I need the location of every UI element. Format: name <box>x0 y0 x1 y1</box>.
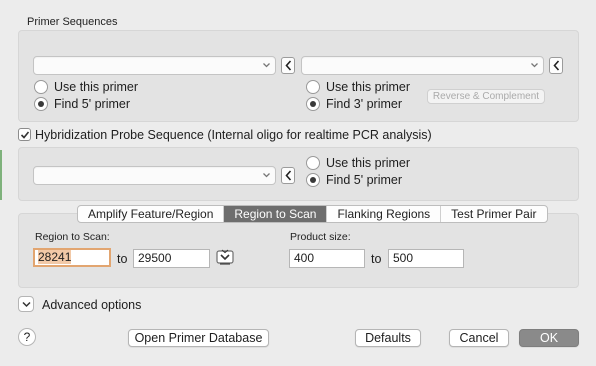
product-to-label: to <box>371 252 382 266</box>
tab-region-to-scan[interactable]: Region to Scan <box>224 206 328 222</box>
advanced-options-toggle[interactable] <box>18 296 34 312</box>
tab-amplify-feature-region[interactable]: Amplify Feature/Region <box>78 206 225 222</box>
product-min-field[interactable]: 400 <box>289 249 365 268</box>
radio-button <box>306 156 320 170</box>
region-end-field[interactable]: 29500 <box>133 249 210 268</box>
forward-primer-back-button[interactable] <box>281 57 295 74</box>
radio-button <box>34 97 48 111</box>
product-size-label: Product size: <box>290 231 351 243</box>
defaults-button[interactable]: Defaults <box>355 329 421 347</box>
radio-button <box>306 173 320 187</box>
radio-label: Use this primer <box>326 156 411 170</box>
reverse-find-primer-radio[interactable]: Find 3' primer <box>306 97 402 111</box>
primer-sequences-title: Primer Sequences <box>27 16 118 28</box>
advanced-options-label: Advanced options <box>42 298 142 312</box>
radio-label: Find 3' primer <box>326 97 403 111</box>
region-start-field[interactable]: 28241 <box>33 248 111 267</box>
chevron-down-icon <box>22 301 31 308</box>
chevron-left-icon <box>285 170 292 181</box>
chevron-down-icon <box>263 63 270 68</box>
radio-button <box>306 80 320 94</box>
radio-button <box>34 80 48 94</box>
forward-primer-combo[interactable] <box>33 56 276 75</box>
chevron-left-icon <box>285 60 292 71</box>
probe-checkbox[interactable] <box>18 128 31 141</box>
radio-button <box>306 97 320 111</box>
range-selector-icon <box>216 249 234 265</box>
open-primer-database-button[interactable]: Open Primer Database <box>128 329 269 347</box>
reverse-primer-combo[interactable] <box>301 56 544 75</box>
probe-back-button[interactable] <box>281 167 295 184</box>
probe-combo[interactable] <box>33 166 276 185</box>
radio-label: Find 5' primer <box>326 173 403 187</box>
select-range-button[interactable] <box>216 249 234 266</box>
probe-checkbox-label: Hybridization Probe Sequence (Internal o… <box>35 128 432 142</box>
tab-test-primer-pair[interactable]: Test Primer Pair <box>441 206 546 222</box>
product-max-field[interactable]: 500 <box>388 249 464 268</box>
forward-find-primer-radio[interactable]: Find 5' primer <box>34 97 130 111</box>
region-start-value: 28241 <box>38 250 72 264</box>
probe-find-primer-radio[interactable]: Find 5' primer <box>306 173 402 187</box>
forward-use-primer-radio[interactable]: Use this primer <box>34 80 138 94</box>
ok-button[interactable]: OK <box>519 329 579 347</box>
tab-flanking-regions[interactable]: Flanking Regions <box>327 206 442 222</box>
radio-label: Use this primer <box>54 80 139 94</box>
chevron-down-icon <box>263 173 270 178</box>
background-window-edge <box>0 150 2 200</box>
radio-label: Find 5' primer <box>54 97 131 111</box>
probe-use-primer-radio[interactable]: Use this primer <box>306 156 410 170</box>
checkmark-icon <box>20 131 30 139</box>
radio-label: Use this primer <box>326 80 411 94</box>
chevron-left-icon <box>553 60 560 71</box>
reverse-primer-back-button[interactable] <box>549 57 563 74</box>
chevron-down-icon <box>531 63 538 68</box>
reverse-complement-button[interactable]: Reverse & Complement <box>427 89 545 104</box>
help-button[interactable]: ? <box>18 328 36 346</box>
region-to-scan-label: Region to Scan: <box>35 231 110 243</box>
reverse-use-primer-radio[interactable]: Use this primer <box>306 80 410 94</box>
cancel-button[interactable]: Cancel <box>449 329 509 347</box>
tab-bar: Amplify Feature/Region Region to Scan Fl… <box>77 205 548 223</box>
region-to-label: to <box>117 252 128 266</box>
